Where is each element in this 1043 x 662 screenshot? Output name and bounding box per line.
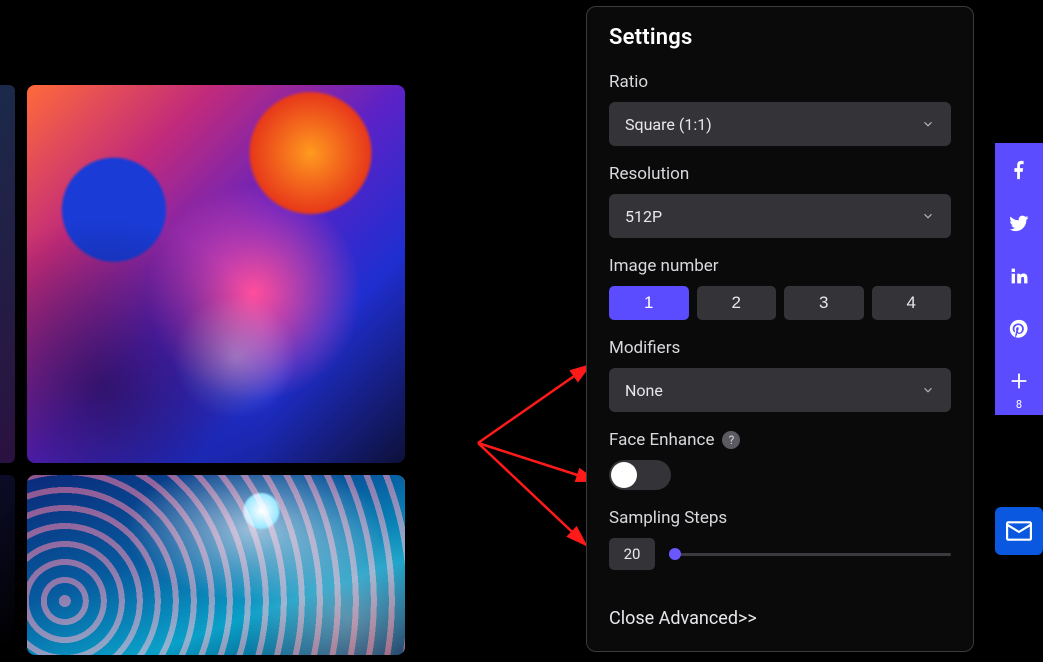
share-twitter-button[interactable] <box>995 196 1043 249</box>
image-number-group: Image number 1 2 3 4 <box>609 256 951 320</box>
mail-button[interactable] <box>995 507 1043 555</box>
plus-icon <box>1008 370 1030 392</box>
sampling-steps-label: Sampling Steps <box>609 508 951 528</box>
image-number-option-1[interactable]: 1 <box>609 286 689 320</box>
modifiers-value: None <box>625 381 663 400</box>
image-number-option-3[interactable]: 3 <box>784 286 864 320</box>
ratio-select[interactable]: Square (1:1) <box>609 102 951 146</box>
resolution-label: Resolution <box>609 164 951 184</box>
close-advanced-link[interactable]: Close Advanced>> <box>609 608 757 629</box>
slider-track <box>669 553 951 556</box>
share-more-button[interactable]: 8 <box>995 355 1043 415</box>
chevron-down-icon <box>921 209 935 223</box>
resolution-value: 512P <box>625 207 662 226</box>
gallery-thumb-sliver[interactable] <box>0 475 15 645</box>
share-count: 8 <box>995 398 1043 411</box>
toggle-knob <box>611 462 637 488</box>
ratio-group: Ratio Square (1:1) <box>609 72 951 146</box>
face-enhance-label: Face Enhance <box>609 430 714 450</box>
panel-title: Settings <box>609 25 951 50</box>
face-enhance-toggle[interactable] <box>609 460 671 490</box>
face-enhance-label-row: Face Enhance ? <box>609 430 951 450</box>
modifiers-select[interactable]: None <box>609 368 951 412</box>
face-enhance-group: Face Enhance ? <box>609 430 951 490</box>
linkedin-icon <box>1008 265 1030 287</box>
slider-thumb[interactable] <box>669 548 681 560</box>
chevron-down-icon <box>921 117 935 131</box>
sampling-steps-value: 20 <box>609 538 655 570</box>
social-share-sidebar: 8 <box>995 143 1043 415</box>
resolution-group: Resolution 512P <box>609 164 951 238</box>
modifiers-group: Modifiers None <box>609 338 951 412</box>
image-number-label: Image number <box>609 256 951 276</box>
share-linkedin-button[interactable] <box>995 249 1043 302</box>
facebook-icon <box>1008 159 1030 181</box>
gallery-thumb[interactable] <box>27 85 405 463</box>
image-number-option-4[interactable]: 4 <box>872 286 952 320</box>
image-number-segmented: 1 2 3 4 <box>609 286 951 320</box>
sampling-steps-slider[interactable] <box>669 546 951 562</box>
pinterest-icon <box>1008 318 1030 340</box>
ratio-label: Ratio <box>609 72 951 92</box>
modifiers-label: Modifiers <box>609 338 951 358</box>
image-number-option-2[interactable]: 2 <box>697 286 777 320</box>
gallery-thumb-sliver[interactable] <box>0 85 15 463</box>
twitter-icon <box>1008 212 1030 234</box>
resolution-select[interactable]: 512P <box>609 194 951 238</box>
settings-panel: Settings Ratio Square (1:1) Resolution 5… <box>586 6 974 652</box>
share-pinterest-button[interactable] <box>995 302 1043 355</box>
chevron-down-icon <box>921 383 935 397</box>
gallery-thumb[interactable] <box>27 475 405 655</box>
mail-icon <box>1006 521 1032 541</box>
help-icon[interactable]: ? <box>722 431 740 449</box>
sampling-steps-group: Sampling Steps 20 <box>609 508 951 570</box>
ratio-value: Square (1:1) <box>625 115 712 134</box>
share-facebook-button[interactable] <box>995 143 1043 196</box>
